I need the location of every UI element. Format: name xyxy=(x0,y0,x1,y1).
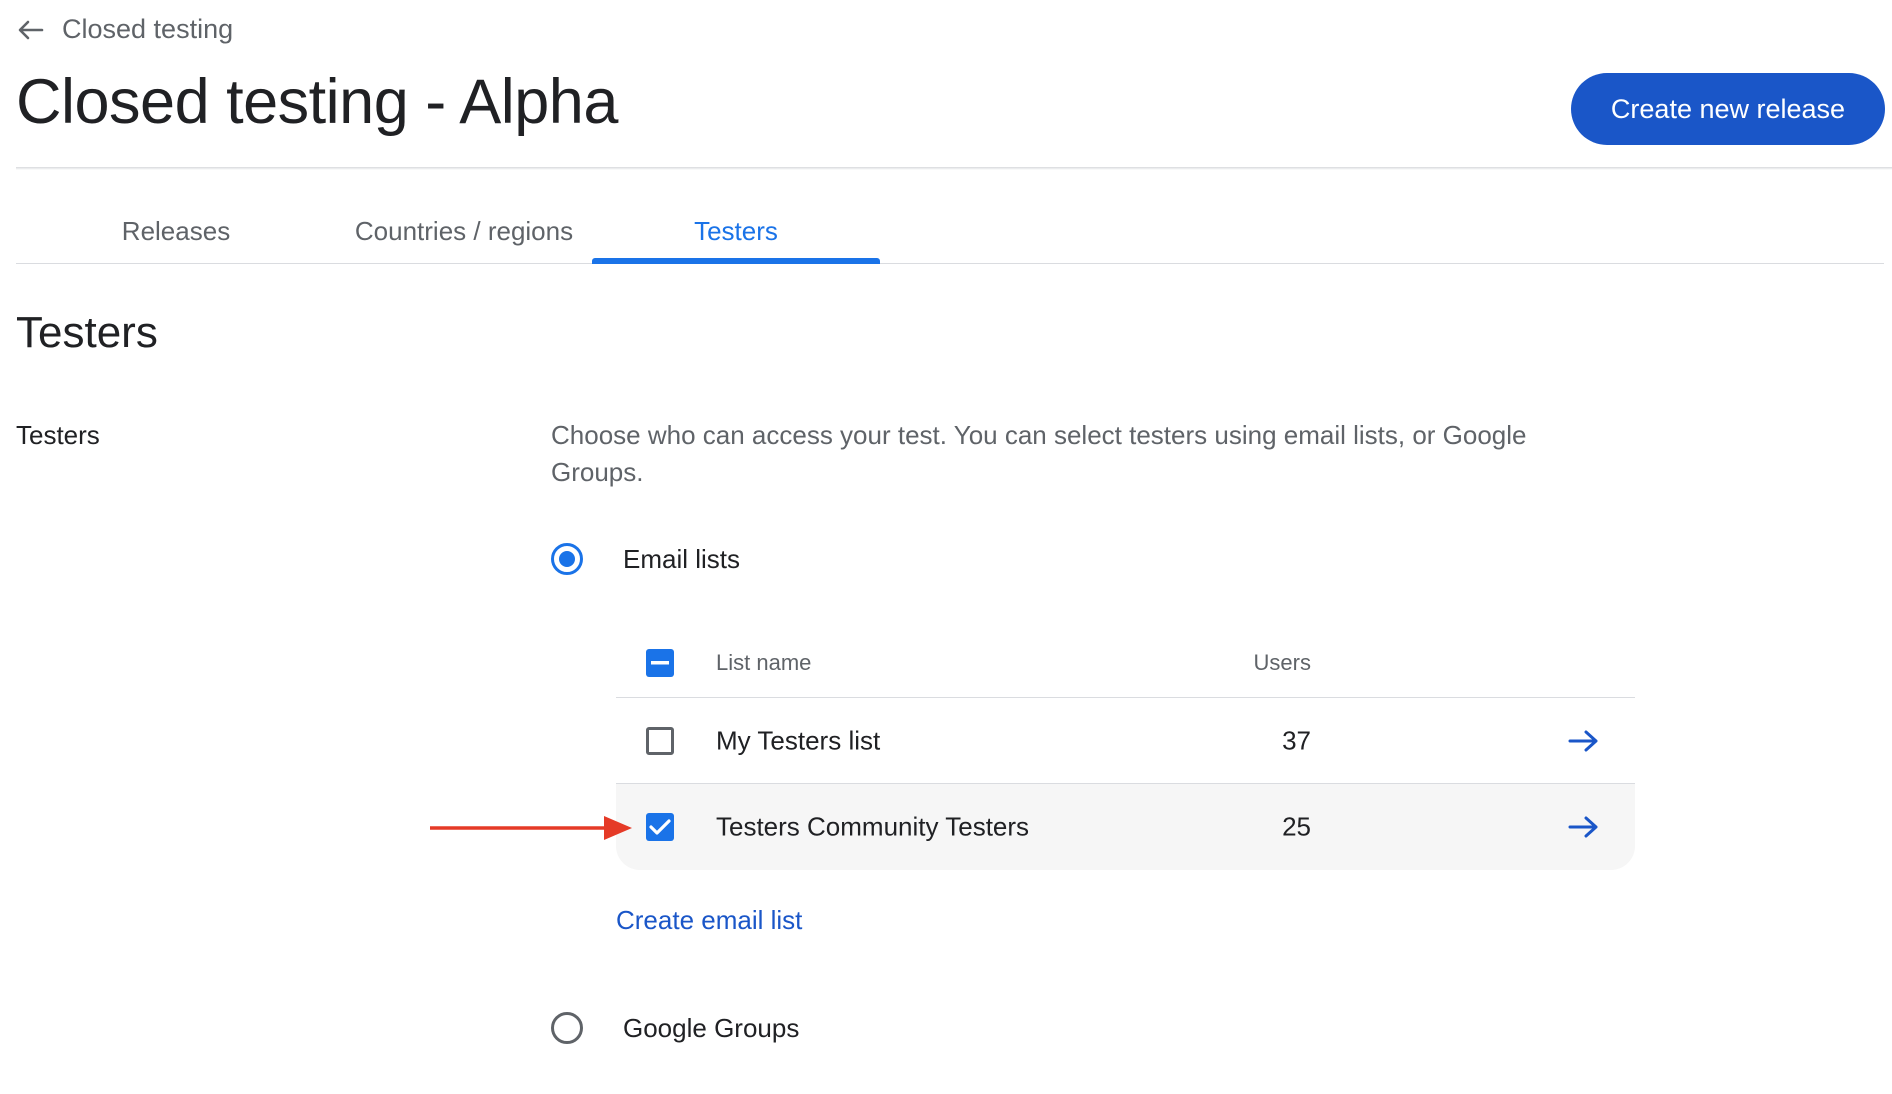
email-lists-table: List name Users My Testers list 37 Teste… xyxy=(616,628,1635,870)
arrow-left-icon xyxy=(18,20,44,40)
tab-releases[interactable]: Releases xyxy=(56,200,296,263)
table-header-row: List name Users xyxy=(616,628,1635,698)
arrow-right-icon[interactable] xyxy=(1567,724,1601,758)
email-lists-radio[interactable] xyxy=(551,543,583,575)
testers-row-label: Testers xyxy=(16,420,100,450)
email-lists-label: Email lists xyxy=(623,543,741,574)
column-header-users: Users xyxy=(1253,649,1311,675)
arrow-right-icon[interactable] xyxy=(1567,810,1601,844)
testers-description: Choose who can access your test. You can… xyxy=(551,420,1527,487)
column-header-list-name: List name xyxy=(716,649,812,675)
header-divider xyxy=(16,167,1892,170)
list-name-cell: My Testers list xyxy=(716,725,881,755)
tab-testers[interactable]: Testers xyxy=(592,200,880,263)
list-name-cell: Testers Community Testers xyxy=(716,811,1030,842)
select-all-checkbox[interactable] xyxy=(646,648,674,677)
row-checkbox[interactable] xyxy=(646,813,674,841)
google-groups-label: Google Groups xyxy=(623,1012,800,1043)
email-lists-option[interactable]: Email lists xyxy=(551,543,740,575)
table-row: Testers Community Testers 25 xyxy=(616,784,1635,870)
users-count-cell: 25 xyxy=(1282,811,1311,842)
back-link-label: Closed testing xyxy=(62,14,234,44)
google-groups-radio[interactable] xyxy=(551,1012,583,1044)
page-title: Closed testing - Alpha xyxy=(16,67,618,137)
create-email-list-link[interactable]: Create email list xyxy=(616,905,802,936)
annotation-arrow-icon xyxy=(428,813,634,848)
section-heading: Testers xyxy=(16,308,158,357)
tab-countries-regions[interactable]: Countries / regions xyxy=(316,200,612,263)
create-new-release-button[interactable]: Create new release xyxy=(1571,73,1885,145)
tab-bar: Releases Countries / regions Testers xyxy=(16,200,1884,264)
back-link[interactable]: Closed testing xyxy=(18,14,233,45)
row-checkbox[interactable] xyxy=(646,726,674,755)
active-tab-indicator xyxy=(592,258,880,264)
google-groups-option[interactable]: Google Groups xyxy=(551,1012,799,1044)
users-count-cell: 37 xyxy=(1282,725,1311,755)
table-row: My Testers list 37 xyxy=(616,698,1635,784)
